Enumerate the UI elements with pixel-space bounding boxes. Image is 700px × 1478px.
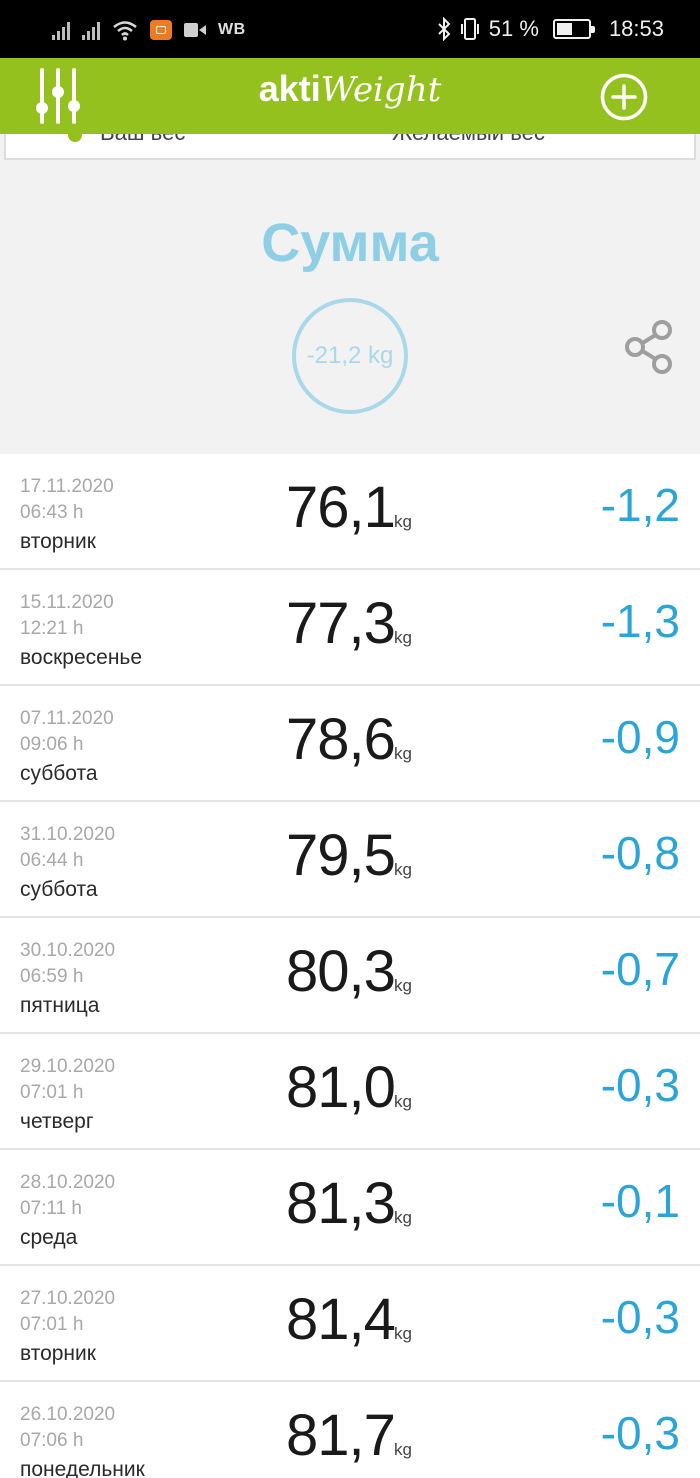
wifi-icon	[113, 21, 137, 41]
entry-difference: -0,7	[600, 943, 680, 995]
entry-weekday: среда	[20, 1226, 78, 1249]
entry-unit: kg	[394, 1092, 412, 1111]
entry-weight: 77,3	[286, 591, 396, 656]
battery-level	[556, 23, 572, 35]
current-weight-label: Ваш вес	[100, 134, 185, 146]
entry-difference: -1,2	[600, 479, 680, 531]
entry-time: 06:44 h	[20, 850, 84, 871]
weight-goal-card: Ваш вес Желаемый вес	[0, 134, 700, 164]
entry-weekday: вторник	[20, 530, 96, 553]
entry-difference: -0,9	[600, 711, 680, 763]
entry-time: 06:43 h	[20, 502, 84, 523]
entry-weight: 78,6	[286, 707, 396, 772]
app-screen: WB 51 % 18:53 aktiWeight Сумма -21,2 kg …	[0, 0, 700, 1478]
entry-unit: kg	[394, 512, 412, 531]
total-change-value: -21,2 kg	[306, 342, 394, 369]
status-right: 51 % 18:53	[437, 14, 664, 44]
entry-weekday: четверг	[20, 1110, 94, 1133]
vibrate-icon	[460, 18, 479, 40]
carrier-label: WB	[218, 21, 246, 38]
entry-unit: kg	[394, 628, 412, 647]
logo-bold-text: akti	[258, 68, 321, 109]
weight-entry-row[interactable]: 27.10.2020 07:01 h вторник 81,4 kg -0,3	[0, 1266, 700, 1382]
entry-time: 12:21 h	[20, 618, 84, 639]
signal-icon	[82, 20, 100, 40]
entry-weekday: понедельник	[20, 1458, 145, 1478]
entry-time: 07:06 h	[20, 1430, 84, 1451]
logo-script-text: Weight	[320, 70, 442, 110]
entry-date: 27.10.2020	[20, 1288, 116, 1309]
target-weight-label: Желаемый вес	[392, 134, 545, 146]
entry-unit: kg	[394, 976, 412, 995]
entry-time: 06:59 h	[20, 966, 84, 987]
entry-weight: 80,3	[286, 939, 396, 1004]
share-icon[interactable]	[622, 318, 678, 376]
entry-date: 28.10.2020	[20, 1172, 116, 1193]
entry-difference: -0,1	[600, 1175, 680, 1227]
entry-weekday: пятница	[20, 994, 100, 1017]
weight-goal-card-inner: Ваш вес Желаемый вес	[4, 134, 696, 160]
weight-entry-row[interactable]: 07.11.2020 09:06 h суббота 78,6 kg -0,9	[0, 686, 700, 802]
weight-history-list: 17.11.2020 06:43 h вторник 76,1 kg -1,2 15.11.…	[0, 454, 700, 1478]
entry-weekday: суббота	[20, 878, 98, 901]
entry-weight: 79,5	[286, 823, 396, 888]
video-icon	[184, 22, 206, 38]
entry-difference: -1,3	[600, 595, 680, 647]
weight-entry-row[interactable]: 30.10.2020 06:59 h пятница 80,3 kg -0,7	[0, 918, 700, 1034]
entry-weight: 81,4	[286, 1287, 396, 1352]
app-logo: aktiWeight	[0, 68, 700, 110]
battery-percent: 51 %	[488, 16, 539, 41]
weight-entry-row[interactable]: 31.10.2020 06:44 h суббота 79,5 kg -0,8	[0, 802, 700, 918]
entry-time: 09:06 h	[20, 734, 84, 755]
entry-date: 15.11.2020	[20, 592, 114, 613]
entry-weight: 81,0	[286, 1055, 396, 1120]
entry-weekday: вторник	[20, 1342, 96, 1365]
entry-time: 07:11 h	[20, 1198, 82, 1219]
status-left: WB	[52, 16, 246, 44]
entry-time: 07:01 h	[20, 1314, 84, 1335]
entry-date: 30.10.2020	[20, 940, 116, 961]
entry-unit: kg	[394, 1208, 412, 1227]
entry-difference: -0,3	[600, 1059, 680, 1111]
entry-unit: kg	[394, 744, 412, 763]
app-bar: aktiWeight	[0, 58, 700, 134]
weight-entry-row[interactable]: 17.11.2020 06:43 h вторник 76,1 kg -1,2	[0, 454, 700, 570]
entry-date: 07.11.2020	[20, 708, 114, 729]
bluetooth-icon	[438, 17, 451, 41]
entry-unit: kg	[394, 860, 412, 879]
entry-unit: kg	[394, 1440, 412, 1459]
entry-time: 07:01 h	[20, 1082, 84, 1103]
summary-panel: Сумма -21,2 kg	[0, 164, 700, 454]
entry-date: 26.10.2020	[20, 1404, 116, 1425]
entry-weekday: суббота	[20, 762, 98, 785]
entry-weight: 81,7	[286, 1403, 396, 1468]
legend-dot-icon	[68, 134, 82, 142]
total-change-badge: -21,2 kg	[292, 298, 408, 414]
weight-entry-row[interactable]: 28.10.2020 07:11 h среда 81,3 kg -0,1	[0, 1150, 700, 1266]
entry-date: 17.11.2020	[20, 476, 114, 497]
status-bar: WB 51 % 18:53	[0, 0, 700, 58]
weight-entry-row[interactable]: 26.10.2020 07:06 h понедельник 81,7 kg -0,3	[0, 1382, 700, 1478]
entry-date: 29.10.2020	[20, 1056, 116, 1077]
entry-difference: -0,3	[600, 1407, 680, 1459]
signal-icon	[52, 20, 70, 40]
entry-weight: 76,1	[286, 475, 396, 540]
plus-circle-icon[interactable]	[600, 73, 648, 121]
battery-icon	[552, 19, 595, 39]
entry-weekday: воскресенье	[20, 646, 143, 669]
weight-entry-row[interactable]: 29.10.2020 07:01 h четверг 81,0 kg -0,3	[0, 1034, 700, 1150]
entry-difference: -0,8	[600, 827, 680, 879]
app-notification-icon	[150, 20, 172, 40]
entry-weight: 81,3	[286, 1171, 396, 1236]
entry-unit: kg	[394, 1324, 412, 1343]
entry-difference: -0,3	[600, 1291, 680, 1343]
entry-date: 31.10.2020	[20, 824, 116, 845]
clock: 18:53	[608, 16, 664, 41]
weight-entry-row[interactable]: 15.11.2020 12:21 h воскресенье 77,3 kg -1,3	[0, 570, 700, 686]
summary-title: Сумма	[261, 213, 439, 273]
